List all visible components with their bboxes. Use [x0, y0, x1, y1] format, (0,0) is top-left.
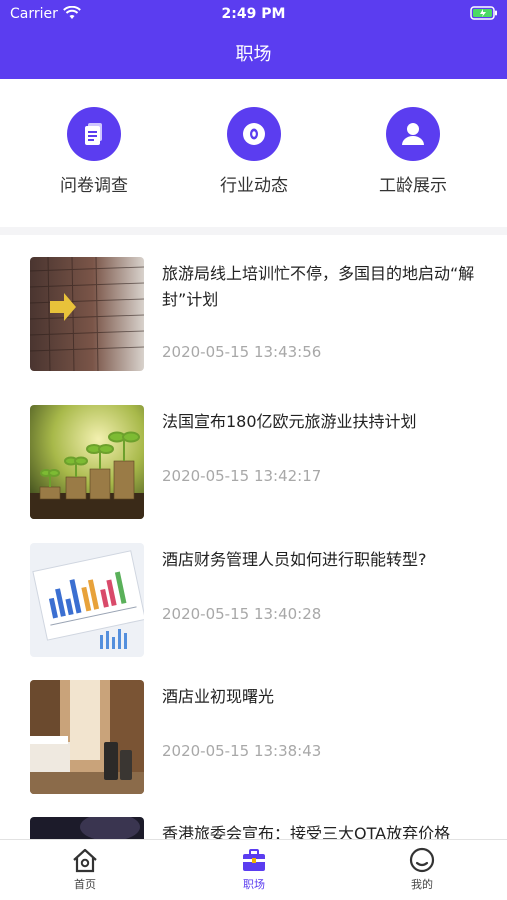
brick-wall-arrow-image [30, 257, 144, 371]
dark-image [30, 817, 144, 839]
news-thumbnail [30, 405, 144, 519]
seniority-button[interactable]: 工龄展示 [353, 107, 473, 196]
news-date: 2020-05-15 13:40:28 [162, 605, 322, 623]
tab-workplace[interactable]: 职场 [214, 846, 294, 892]
page-title: 职场 [235, 44, 272, 65]
news-thumbnail [30, 543, 144, 657]
screen: Carrier 2:49 PM 职场 问卷调查 行业动态 工龄展示 旅游局线上培… [0, 0, 507, 900]
news-item[interactable]: 旅游局线上培训忙不停，多国目的地启动“解封”计划 2020-05-15 13:4… [0, 235, 507, 372]
coins-plants-image [30, 405, 144, 519]
tab-mine[interactable]: 我的 [382, 846, 462, 892]
battery-charging-icon [470, 6, 497, 20]
tab-home[interactable]: 首页 [45, 846, 125, 892]
hotel-room-image [30, 680, 144, 794]
tab-workplace-label: 职场 [243, 878, 265, 891]
news-title: 酒店财务管理人员如何进行职能转型? [162, 550, 427, 569]
status-bar: Carrier 2:49 PM [0, 0, 507, 30]
news-title: 法国宣布180亿欧元旅游业扶持计划 [162, 412, 417, 431]
tab-bar: 首页 职场 我的 [0, 839, 507, 900]
user-icon [402, 123, 424, 145]
news-item[interactable]: 香港旅委会宣布：接受三大OTA放弃价格 [0, 795, 507, 839]
industry-news-button[interactable]: 行业动态 [194, 107, 314, 196]
smile-face-icon [409, 847, 435, 873]
quick-actions: 问卷调查 行业动态 工龄展示 [0, 79, 507, 227]
document-icon [85, 123, 102, 145]
news-title: 旅游局线上培训忙不停，多国目的地启动“解封”计划 [162, 264, 475, 309]
eye-icon [243, 123, 265, 145]
news-date: 2020-05-15 13:42:17 [162, 467, 322, 485]
header: Carrier 2:49 PM 职场 [0, 0, 507, 79]
news-thumbnail [30, 257, 144, 371]
news-date: 2020-05-15 13:43:56 [162, 343, 322, 361]
seniority-icon-circle [386, 107, 440, 161]
survey-icon-circle [67, 107, 121, 161]
news-list: 旅游局线上培训忙不停，多国目的地启动“解封”计划 2020-05-15 13:4… [0, 235, 507, 839]
home-icon [73, 848, 97, 873]
news-date: 2020-05-15 13:38:43 [162, 742, 322, 760]
financial-charts-image [30, 543, 144, 657]
news-item[interactable]: 酒店业初现曙光 2020-05-15 13:38:43 [0, 658, 507, 795]
industry-label: 行业动态 [220, 176, 288, 196]
news-title: 香港旅委会宣布：接受三大OTA放弃价格 [162, 824, 451, 839]
tab-mine-label: 我的 [411, 878, 433, 891]
survey-label: 问卷调查 [60, 176, 128, 196]
industry-icon-circle [227, 107, 281, 161]
news-item[interactable]: 酒店财务管理人员如何进行职能转型? 2020-05-15 13:40:28 [0, 521, 507, 658]
news-item[interactable]: 法国宣布180亿欧元旅游业扶持计划 2020-05-15 13:42:17 [0, 383, 507, 520]
news-thumbnail [30, 817, 144, 839]
news-title: 酒店业初现曙光 [162, 687, 275, 706]
section-divider [0, 227, 507, 235]
briefcase-icon [243, 849, 265, 871]
news-thumbnail [30, 680, 144, 794]
survey-button[interactable]: 问卷调查 [34, 107, 154, 196]
status-time: 2:49 PM [221, 6, 286, 22]
tab-home-label: 首页 [74, 878, 96, 891]
seniority-label: 工龄展示 [379, 176, 447, 196]
